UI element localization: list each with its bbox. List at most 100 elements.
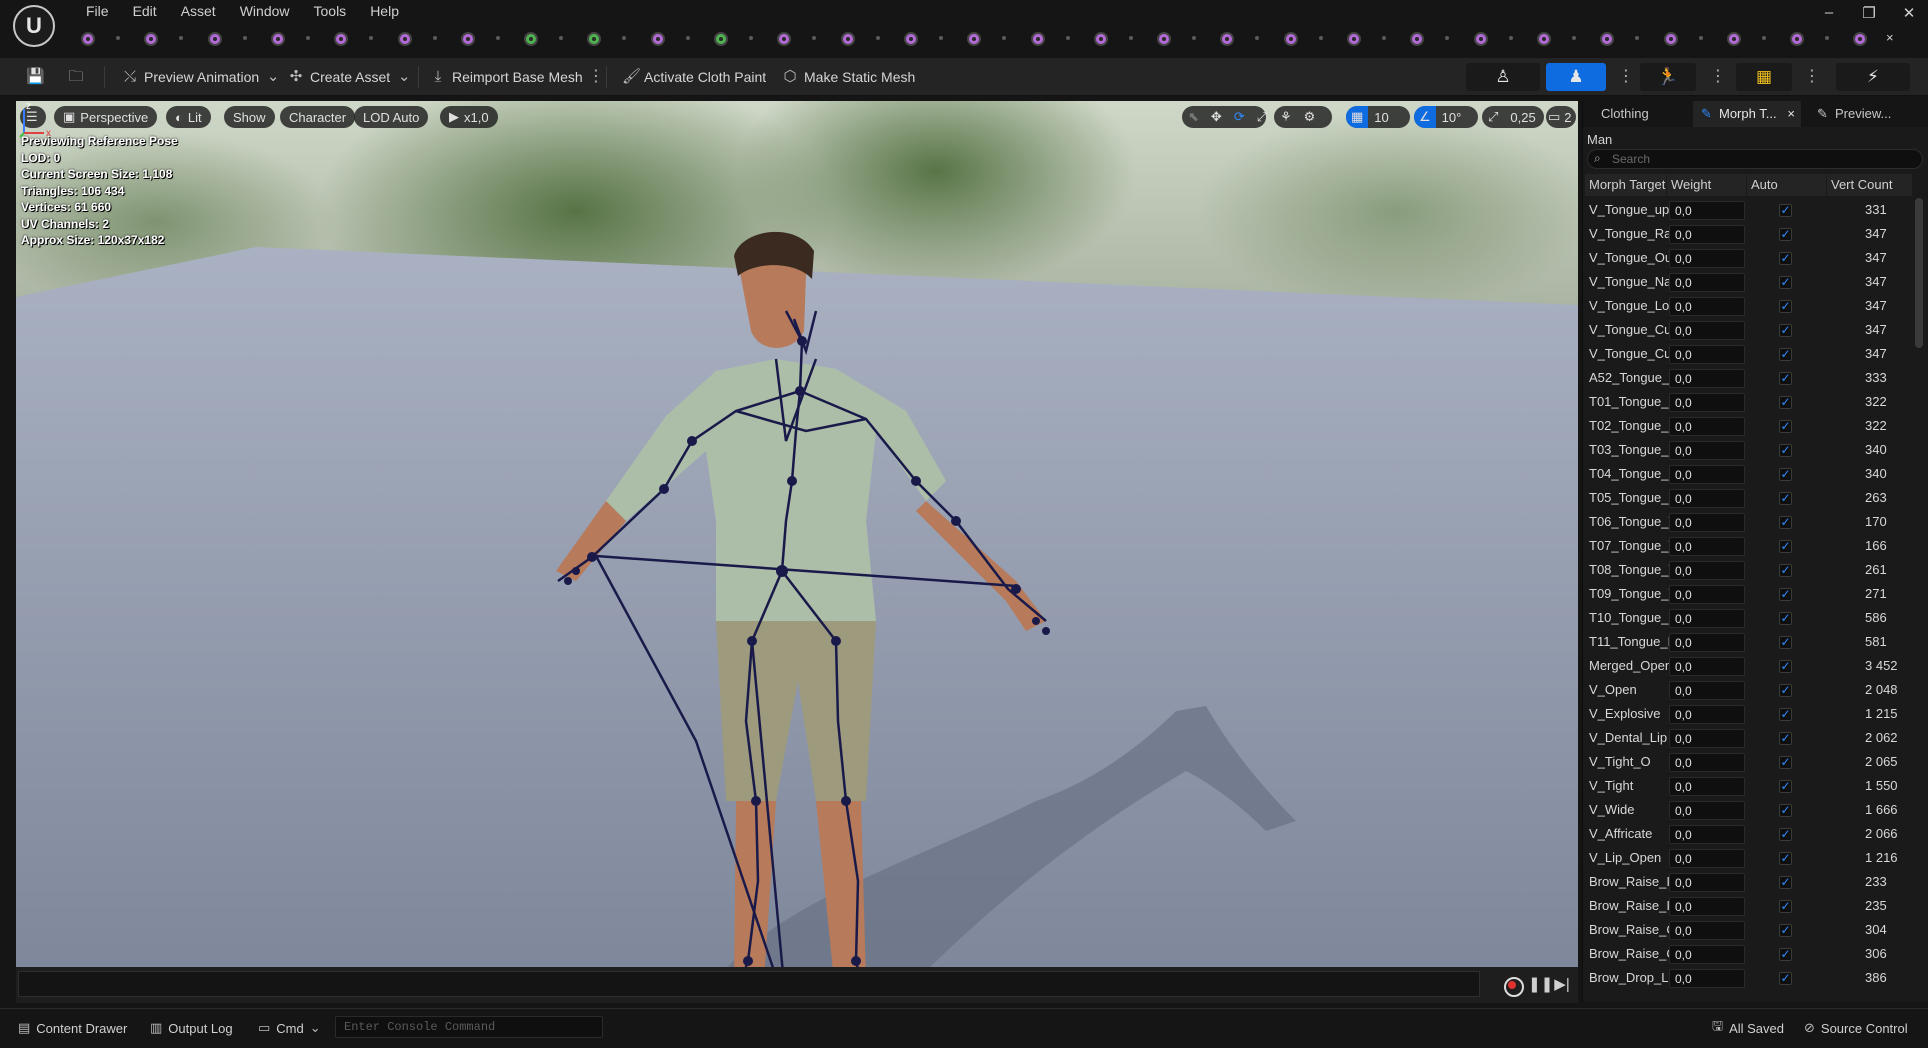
preview-viewport[interactable]: ☰ ▣ Perspective ◐ Lit Show Character LOD A… [16, 101, 1578, 967]
asset-tab-icon[interactable] [1600, 32, 1615, 46]
asset-tab-icon[interactable] [1347, 32, 1361, 46]
close-asset-tab-icon[interactable]: × [1886, 30, 1894, 45]
asset-tab-icon[interactable] [81, 32, 95, 46]
weight-input[interactable] [1669, 969, 1745, 988]
reimport-options-icon[interactable]: ⋮ [588, 66, 604, 86]
weight-input[interactable] [1669, 849, 1745, 868]
menu-asset[interactable]: Asset [169, 0, 228, 24]
weight-input[interactable] [1669, 777, 1745, 796]
morph-search-box[interactable]: ⌕ [1587, 149, 1923, 169]
table-row[interactable]: T10_Tongue_I ✓ 586 [1585, 606, 1913, 630]
column-weight[interactable]: Weight [1667, 174, 1747, 196]
auto-checkbox[interactable]: ✓ [1779, 876, 1792, 889]
weight-input[interactable] [1669, 801, 1745, 820]
auto-checkbox[interactable]: ✓ [1779, 276, 1792, 289]
asset-tab-icon[interactable] [967, 32, 982, 46]
physics-mode-button[interactable]: ▦ [1736, 63, 1792, 91]
weight-input[interactable] [1669, 681, 1745, 700]
auto-checkbox[interactable]: ✓ [1779, 228, 1792, 241]
auto-checkbox[interactable]: ✓ [1779, 516, 1792, 529]
console-input[interactable] [336, 1017, 602, 1037]
weight-input[interactable] [1669, 225, 1745, 244]
weight-input[interactable] [1669, 633, 1745, 652]
table-row[interactable]: V_Tongue_Na ✓ 347 [1585, 270, 1913, 294]
close-window-icon[interactable]: ✕ [1900, 4, 1918, 22]
auto-checkbox[interactable]: ✓ [1779, 204, 1792, 217]
auto-checkbox[interactable]: ✓ [1779, 924, 1792, 937]
character-button[interactable]: Character [280, 106, 356, 128]
rotation-snap-icon[interactable]: ∠ [1414, 106, 1436, 128]
asset-tab-icon[interactable] [334, 32, 349, 46]
auto-checkbox[interactable]: ✓ [1779, 348, 1792, 361]
auto-checkbox[interactable]: ✓ [1779, 660, 1792, 673]
auto-checkbox[interactable]: ✓ [1779, 588, 1792, 601]
preview-animation-button[interactable]: ⤯ Preview Animation ⌄ [122, 66, 281, 88]
weight-input[interactable] [1669, 825, 1745, 844]
all-saved-button[interactable]: 🖫 All Saved [1712, 1018, 1784, 1038]
table-row[interactable]: Brow_Raise_C ✓ 304 [1585, 918, 1913, 942]
auto-checkbox[interactable]: ✓ [1779, 444, 1792, 457]
weight-input[interactable] [1669, 729, 1745, 748]
auto-checkbox[interactable]: ✓ [1779, 756, 1792, 769]
table-row[interactable]: A52_Tongue_(✓ 333 [1585, 366, 1913, 390]
weight-input[interactable] [1669, 297, 1745, 316]
table-row[interactable]: V_Wide ✓ 1 666 [1585, 798, 1913, 822]
camera-speed-group[interactable]: ▭ 2 [1546, 106, 1576, 128]
table-row[interactable]: T07_Tongue_T ✓ 166 [1585, 534, 1913, 558]
table-row[interactable]: V_Tight ✓ 1 550 [1585, 774, 1913, 798]
table-row[interactable]: Brow_Drop_Le ✓ 386 [1585, 966, 1913, 990]
menu-help[interactable]: Help [358, 0, 411, 24]
auto-checkbox[interactable]: ✓ [1779, 636, 1792, 649]
lod-button[interactable]: LOD Auto [354, 106, 429, 128]
menu-window[interactable]: Window [228, 0, 302, 24]
auto-checkbox[interactable]: ✓ [1779, 852, 1792, 865]
asset-tab-icon[interactable] [1410, 32, 1425, 46]
table-row[interactable]: V_Tongue_Lov ✓ 347 [1585, 294, 1913, 318]
asset-tab-icon[interactable] [207, 32, 222, 46]
table-row[interactable]: V_Tongue_up ✓ 331 [1585, 198, 1913, 222]
grid-snap-group[interactable]: ▦ 10 [1346, 106, 1410, 128]
asset-tab-icon[interactable] [714, 32, 728, 46]
weight-input[interactable] [1669, 321, 1745, 340]
timeline-scrubber[interactable] [18, 971, 1480, 997]
translate-icon[interactable]: ✥ [1205, 109, 1228, 125]
menu-tools[interactable]: Tools [302, 0, 359, 24]
auto-checkbox[interactable]: ✓ [1779, 492, 1792, 505]
weight-input[interactable] [1669, 441, 1745, 460]
weight-input[interactable] [1669, 345, 1745, 364]
weight-input[interactable] [1669, 585, 1745, 604]
perspective-button[interactable]: ▣ Perspective [54, 106, 158, 128]
mode-options-icon[interactable]: ⋮ [1618, 66, 1634, 86]
skeleton-mode-button[interactable]: ♙ [1466, 63, 1540, 91]
auto-checkbox[interactable]: ✓ [1779, 900, 1792, 913]
weight-input[interactable] [1669, 921, 1745, 940]
table-row[interactable]: Brow_Raise_Ii ✓ 233 [1585, 870, 1913, 894]
camera-icon[interactable]: ▭ [1546, 109, 1562, 125]
animation-mode-button[interactable]: 🏃 [1640, 63, 1696, 91]
record-button[interactable] [1502, 975, 1524, 997]
minimize-icon[interactable]: – [1820, 4, 1838, 22]
table-row[interactable]: T01_Tongue_I ✓ 322 [1585, 390, 1913, 414]
scale-icon[interactable]: ⤢ [1251, 109, 1273, 125]
weight-input[interactable] [1669, 465, 1745, 484]
grid-snap-icon[interactable]: ▦ [1346, 106, 1369, 128]
physics-options-icon[interactable]: ⋮ [1804, 66, 1820, 86]
table-row[interactable]: T11_Tongue_I ✓ 581 [1585, 630, 1913, 654]
table-row[interactable]: Brow_Raise_Ii ✓ 235 [1585, 894, 1913, 918]
weight-input[interactable] [1669, 417, 1745, 436]
asset-tab-icon[interactable] [1030, 32, 1045, 46]
table-row[interactable]: T05_Tongue_I ✓ 263 [1585, 486, 1913, 510]
auto-checkbox[interactable]: ✓ [1779, 396, 1792, 409]
playback-rate-button[interactable]: ▶ x1,0 [440, 106, 498, 128]
auto-checkbox[interactable]: ✓ [1779, 972, 1792, 985]
weight-input[interactable] [1669, 705, 1745, 724]
auto-checkbox[interactable]: ✓ [1779, 828, 1792, 841]
weight-input[interactable] [1669, 537, 1745, 556]
make-static-mesh-button[interactable]: ⬡ Make Static Mesh [782, 66, 915, 88]
pause-button[interactable]: ❚❚ [1528, 975, 1553, 995]
asset-tab-icon[interactable] [587, 32, 602, 46]
table-row[interactable]: Brow_Raise_C ✓ 306 [1585, 942, 1913, 966]
asset-tab-icon[interactable] [1157, 32, 1172, 46]
show-button[interactable]: Show [224, 106, 275, 128]
auto-checkbox[interactable]: ✓ [1779, 948, 1792, 961]
